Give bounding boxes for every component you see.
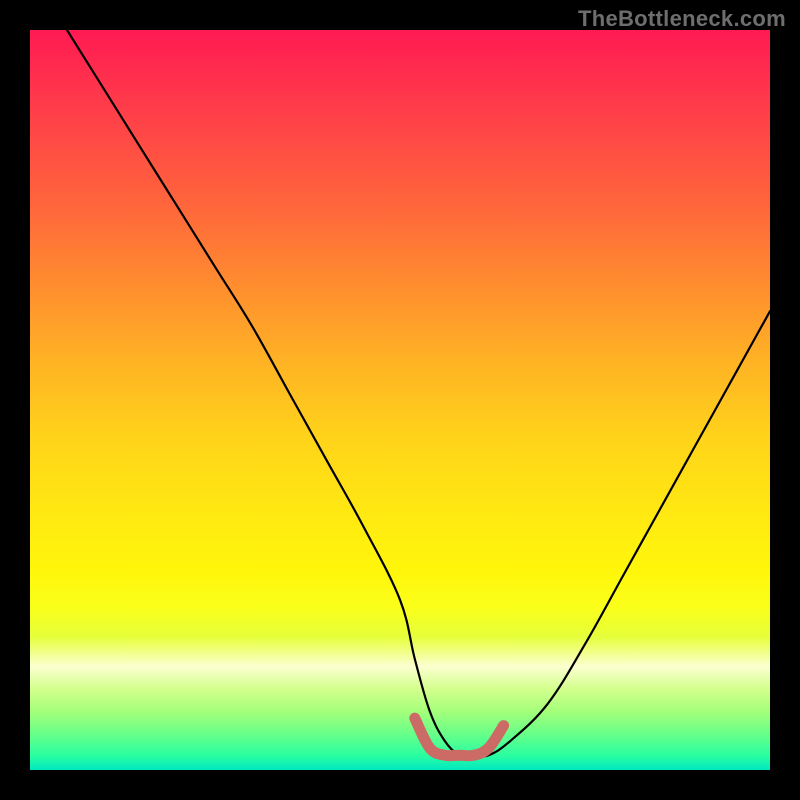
chart-frame: TheBottleneck.com — [0, 0, 800, 800]
mismatch-curve — [67, 30, 770, 756]
curve-layer — [30, 30, 770, 770]
optimal-zone-highlight — [415, 718, 504, 756]
plot-area — [30, 30, 770, 770]
watermark-text: TheBottleneck.com — [578, 6, 786, 32]
